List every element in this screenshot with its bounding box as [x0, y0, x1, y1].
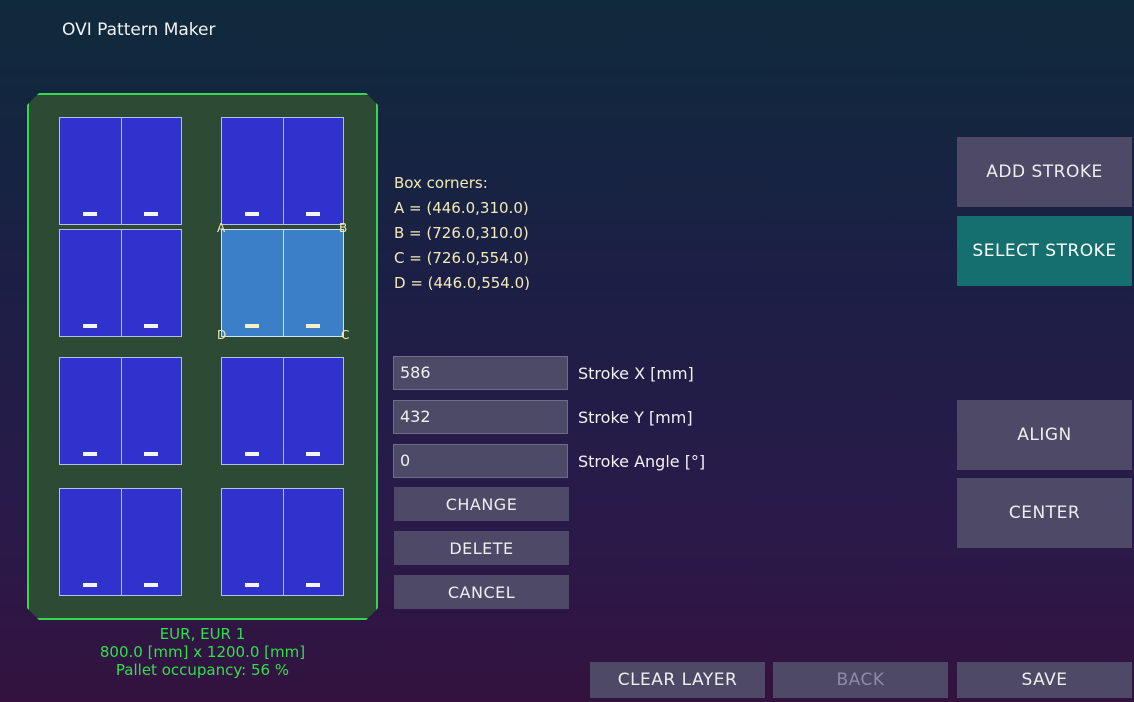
stroke-angle-input[interactable]: 0 — [393, 444, 568, 478]
stroke-angle-label: Stroke Angle [°] — [578, 452, 706, 471]
stroke-y-label: Stroke Y [mm] — [578, 408, 693, 427]
select-stroke-button[interactable]: SELECT STROKE — [957, 216, 1132, 286]
delete-button[interactable]: DELETE — [394, 531, 569, 565]
pallet-info: EUR, EUR 1 800.0 [mm] x 1200.0 [mm] Pall… — [27, 625, 378, 679]
stroke-x-input[interactable]: 586 — [393, 356, 568, 390]
back-button[interactable]: BACK — [773, 662, 948, 698]
box-corners-panel: Box corners: A = (446.0,310.0) B = (726.… — [394, 171, 530, 296]
corner-b-value: B = (726.0,310.0) — [394, 224, 529, 242]
pallet-dimensions: 800.0 [mm] x 1200.0 [mm] — [99, 643, 306, 661]
pallet-type: EUR, EUR 1 — [159, 625, 246, 643]
center-button[interactable]: CENTER — [957, 478, 1132, 548]
align-button[interactable]: ALIGN — [957, 400, 1132, 470]
add-stroke-button[interactable]: ADD STROKE — [957, 137, 1132, 207]
box-corners-title: Box corners: — [394, 174, 488, 192]
corner-d-value: D = (446.0,554.0) — [394, 274, 531, 292]
corner-a-value: A = (446.0,310.0) — [394, 199, 529, 217]
corner-c-value: C = (726.0,554.0) — [394, 249, 529, 267]
pallet-occupancy: Pallet occupancy: 56 % — [115, 661, 290, 679]
stroke-x-label: Stroke X [mm] — [578, 364, 694, 383]
pallet-canvas[interactable] — [27, 93, 378, 620]
change-button[interactable]: CHANGE — [394, 487, 569, 521]
clear-layer-button[interactable]: CLEAR LAYER — [590, 662, 765, 698]
app-title: OVI Pattern Maker — [62, 20, 216, 40]
cancel-button[interactable]: CANCEL — [394, 575, 569, 609]
stroke-y-input[interactable]: 432 — [393, 400, 568, 434]
save-button[interactable]: SAVE — [957, 662, 1132, 698]
